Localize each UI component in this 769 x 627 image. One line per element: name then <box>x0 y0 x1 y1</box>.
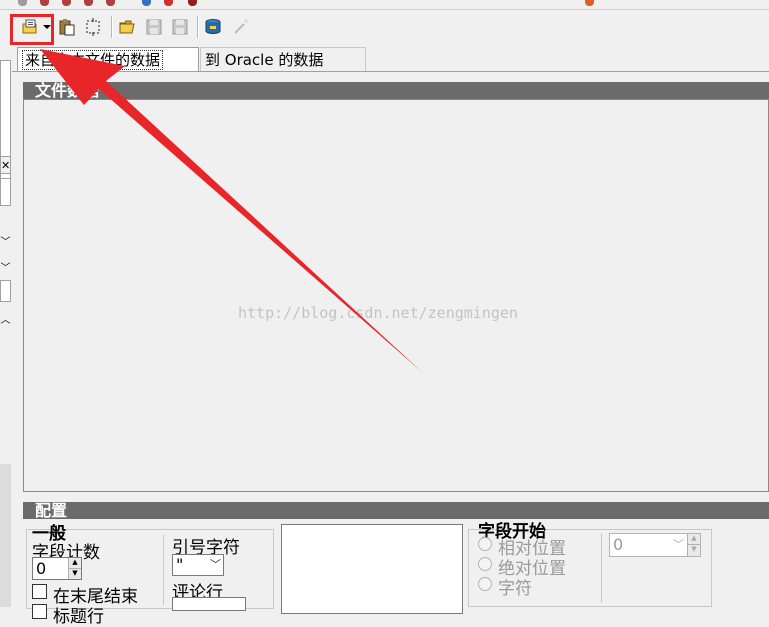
toolbar-separator <box>111 16 113 38</box>
magic-wand-icon <box>234 19 248 34</box>
database-icon <box>205 19 221 34</box>
open-folder-button[interactable] <box>117 16 139 38</box>
magic-wand-button[interactable] <box>230 16 252 38</box>
toolbar-icon-partial[interactable] <box>18 0 27 6</box>
group-divider <box>163 535 164 605</box>
field-start-stepper[interactable]: 0 ﹀ ▲ ▼ <box>609 533 701 557</box>
character-label: 字符 <box>498 579 532 599</box>
highlight-box <box>10 14 54 45</box>
toolbar-separator <box>197 16 199 38</box>
toolbar-icon-partial[interactable] <box>106 0 115 6</box>
spin-up-icon[interactable]: ▲ <box>68 558 81 569</box>
quote-char-select[interactable]: " ﹀ <box>172 554 224 576</box>
field-start-value: 0 <box>613 535 624 554</box>
save-as-button[interactable] <box>169 16 191 38</box>
save-as-icon <box>172 19 188 35</box>
main-toolbar <box>0 12 769 44</box>
left-pane-panel <box>0 280 11 302</box>
paste-button[interactable] <box>56 16 78 38</box>
spin-up-icon[interactable]: ▲ <box>687 534 700 545</box>
save-icon <box>146 19 162 35</box>
toolbar-icon-partial[interactable] <box>164 0 173 6</box>
comment-line-input[interactable] <box>172 597 246 611</box>
spin-down-icon[interactable]: ▼ <box>687 545 700 556</box>
relative-position-radio[interactable] <box>478 537 492 551</box>
end-of-line-checkbox[interactable] <box>32 584 47 599</box>
header-checkbox[interactable] <box>32 604 47 619</box>
tab-divider <box>12 71 769 72</box>
left-pane-panel <box>0 178 11 206</box>
config-area: 一般 字段计数 0 ▲ ▼ 在末尾结束 标题行 引号字符 " ﹀ 评论行 字段开… <box>23 519 769 627</box>
paste-icon <box>59 19 75 36</box>
toolbar-icon-partial[interactable] <box>188 0 197 6</box>
chevron-icon[interactable]: ﹀ <box>0 234 11 252</box>
field-count-stepper[interactable]: 0 ▲ ▼ <box>32 557 82 580</box>
file-data-area[interactable] <box>23 99 769 492</box>
wizard-icon <box>86 18 100 36</box>
wizard-button[interactable] <box>82 16 104 38</box>
field-count-value: 0 <box>36 559 47 578</box>
absolute-position-radio[interactable] <box>478 557 492 571</box>
config-header: 配置 <box>23 502 769 519</box>
group-divider <box>601 533 602 603</box>
toolbar-icon-partial[interactable] <box>62 0 71 6</box>
close-icon[interactable]: ✕ <box>0 156 11 174</box>
chevron-up-icon[interactable]: ︿ <box>0 312 11 330</box>
spin-down-icon[interactable]: ▼ <box>68 568 81 579</box>
tab-text-file-data[interactable]: 来自文本文件的数据 <box>17 47 199 71</box>
quote-char-value: " <box>176 555 184 574</box>
header-label: 标题行 <box>53 607 104 627</box>
toolbar-icon-partial[interactable] <box>40 0 49 6</box>
tab-oracle-data[interactable]: 到 Oracle 的数据 <box>200 47 366 71</box>
tab-label: 到 Oracle 的数据 <box>205 51 324 69</box>
top-toolbar-strip <box>0 0 769 10</box>
scrollbar[interactable] <box>0 464 11 607</box>
save-button[interactable] <box>143 16 165 38</box>
left-pane: ✕ ﹀ ﹀ ︿ <box>0 44 12 607</box>
chevron-down-icon: ﹀ <box>673 538 684 551</box>
database-button[interactable] <box>202 16 224 38</box>
field-list-box[interactable] <box>281 524 463 614</box>
chevron-icon[interactable]: ﹀ <box>0 260 11 278</box>
toolbar-icon-partial[interactable] <box>585 0 594 6</box>
chevron-down-icon: ﹀ <box>210 558 221 571</box>
watermark-text: http://blog.csdn.net/zengmingen <box>238 304 518 322</box>
toolbar-icon-partial[interactable] <box>84 0 93 6</box>
open-folder-icon <box>119 20 135 34</box>
character-radio[interactable] <box>478 577 492 591</box>
tab-label: 来自文本文件的数据 <box>22 50 164 70</box>
file-data-header: 文件数据 <box>23 82 769 99</box>
toolbar-icon-partial[interactable] <box>142 0 151 6</box>
